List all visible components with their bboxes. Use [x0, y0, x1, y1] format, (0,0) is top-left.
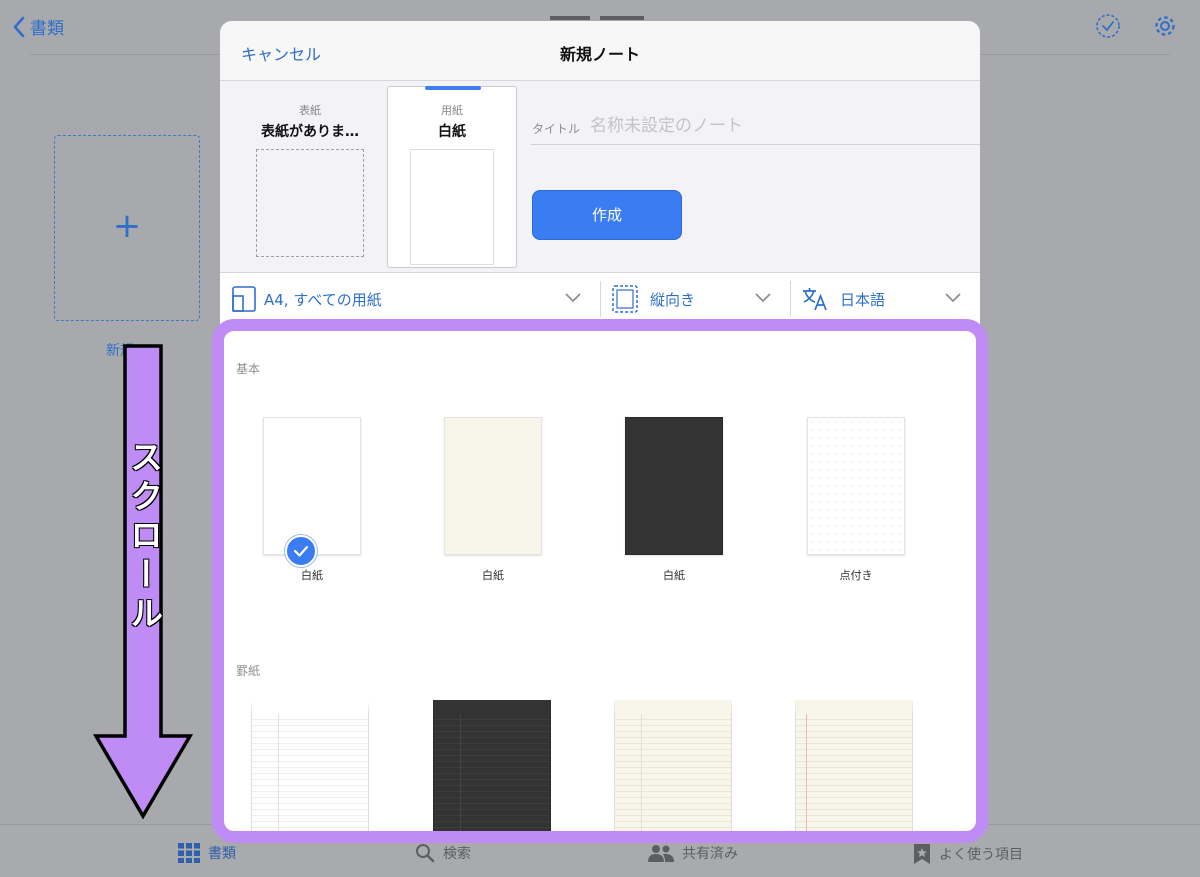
paper-thumbnail: [410, 149, 494, 265]
paper-option-ruled-white[interactable]: [251, 700, 369, 831]
star-bookmark-icon: [914, 844, 930, 864]
cover-caption: 表紙: [299, 104, 321, 117]
title-input[interactable]: [590, 112, 975, 140]
tab-search[interactable]: 検索: [415, 843, 471, 863]
language-label: 日本語: [840, 290, 886, 309]
options-row: A4, すべての用紙 縦向き 日本語: [220, 272, 980, 324]
title-underline: [531, 144, 980, 145]
options-separator: [600, 281, 601, 317]
page-size-icon: [232, 286, 256, 312]
chevron-down-icon: [755, 293, 771, 303]
paper-label: 点付き: [839, 569, 873, 582]
paper-option-dotted[interactable]: 点付き: [796, 417, 916, 583]
paper-sheet: [444, 417, 542, 555]
paper-label: 白紙: [482, 569, 504, 582]
paper-name: 白紙: [438, 124, 466, 140]
paper-option-plain-white[interactable]: 白紙: [252, 417, 372, 583]
paper-option-ruled-cream[interactable]: [614, 700, 732, 831]
paper-picker-panel[interactable]: 基本 白紙 白紙 白紙 点付き 罫紙: [212, 319, 988, 843]
paper-selector[interactable]: 用紙 白紙: [387, 86, 517, 268]
paper-option-ruled-cream-red-margin[interactable]: [795, 700, 913, 831]
section-label-basic: 基本: [236, 362, 261, 376]
chevron-down-icon: [565, 293, 581, 303]
tab-label: 共有済み: [682, 846, 738, 862]
tab-shared[interactable]: 共有済み: [648, 843, 738, 863]
create-button[interactable]: 作成: [532, 190, 682, 240]
tab-documents[interactable]: 書類: [178, 843, 236, 863]
back-button-label: 書類: [30, 19, 64, 39]
tab-label: 書類: [208, 846, 236, 862]
new-document-tile[interactable]: +: [54, 135, 200, 321]
select-check-icon[interactable]: [1095, 13, 1121, 39]
translate-icon: [803, 288, 827, 311]
paper-sheet: [263, 417, 361, 555]
paper-size-dropdown[interactable]: A4, すべての用紙: [232, 273, 588, 325]
orientation-dropdown[interactable]: 縦向き: [612, 273, 780, 325]
note-config-area: 表紙 表紙がありま… 用紙 白紙 タイトル 作成: [220, 82, 980, 272]
chevron-left-icon: [13, 16, 25, 37]
portrait-orientation-icon: [612, 285, 638, 313]
people-icon: [648, 845, 674, 862]
paper-label: 白紙: [663, 569, 685, 582]
scroll-annotation-label: スクロール: [124, 440, 164, 635]
paper-option-ruled-dark[interactable]: [433, 700, 551, 831]
paper-size-label: A4, すべての用紙: [264, 290, 382, 309]
orientation-label: 縦向き: [650, 290, 696, 309]
options-separator: [790, 281, 791, 317]
chevron-down-icon: [945, 293, 961, 303]
selected-indicator: [425, 86, 481, 90]
paper-option-plain-cream[interactable]: 白紙: [433, 417, 553, 583]
section-label-ruled: 罫紙: [236, 664, 261, 678]
checkmark-icon: [285, 535, 317, 567]
paper-option-plain-dark[interactable]: 白紙: [614, 417, 734, 583]
grid-icon: [178, 843, 200, 863]
paper-sheet: [625, 417, 723, 555]
back-button[interactable]: 書類: [12, 14, 64, 39]
cover-selector[interactable]: 表紙 表紙がありま…: [250, 102, 370, 272]
modal-header: キャンセル 新規ノート: [220, 21, 980, 81]
search-icon: [416, 844, 435, 863]
modal-title: 新規ノート: [559, 45, 640, 64]
paper-sheet: [807, 417, 905, 555]
tab-label: よく使う項目: [939, 847, 1023, 863]
plus-icon: +: [112, 206, 142, 246]
language-dropdown[interactable]: 日本語: [802, 273, 970, 325]
cover-name: 表紙がありま…: [261, 124, 359, 140]
paper-caption: 用紙: [441, 104, 463, 117]
tab-label: 検索: [443, 846, 471, 862]
scroll-annotation-text: スクロール: [122, 440, 166, 635]
gear-icon[interactable]: [1152, 13, 1178, 39]
tab-favorites[interactable]: よく使う項目: [913, 843, 1023, 865]
cover-thumbnail: [256, 149, 364, 257]
title-label: タイトル: [532, 122, 581, 136]
paper-label: 白紙: [301, 569, 323, 582]
